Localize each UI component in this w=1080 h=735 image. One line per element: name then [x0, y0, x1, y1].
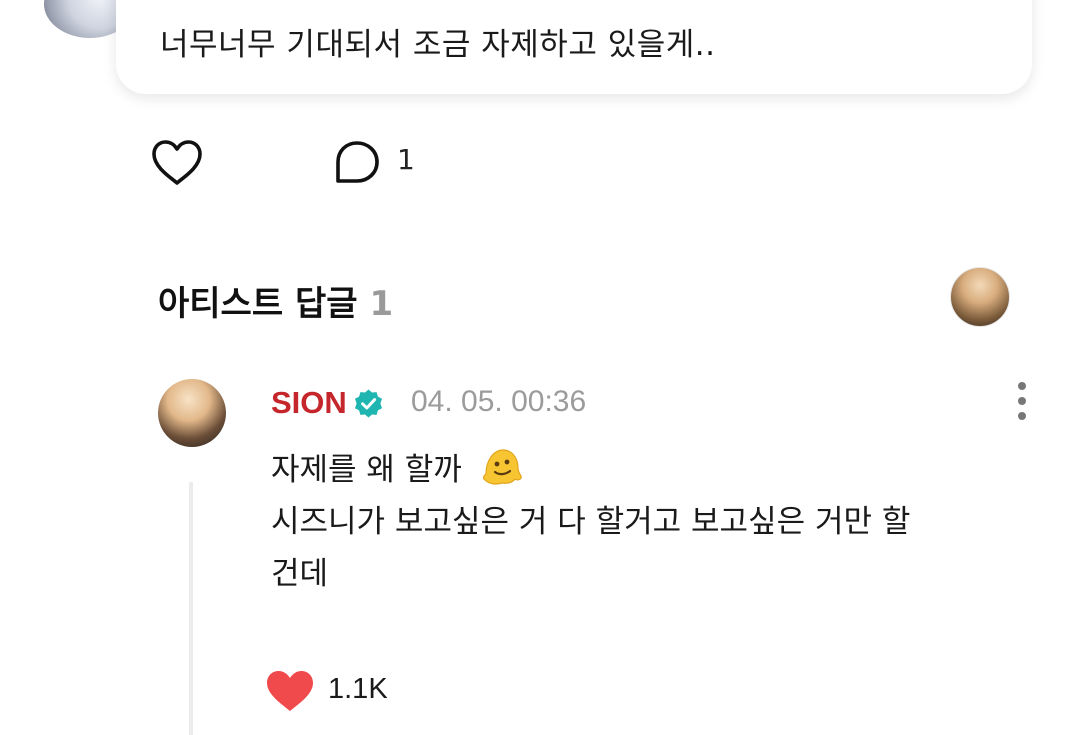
reply-author-name[interactable]: SION: [271, 385, 347, 421]
reply-like-count: 1.1K: [328, 673, 388, 705]
more-vertical-icon: [1018, 382, 1026, 420]
reply-author-avatar[interactable]: [158, 379, 226, 447]
thread-line: [189, 482, 193, 735]
more-options-button[interactable]: [1008, 381, 1036, 423]
reply-text-line: 자제를 왜 할까: [271, 444, 524, 489]
reply-timestamp: 04. 05. 00:36: [411, 385, 587, 418]
comment-button[interactable]: [332, 138, 382, 188]
comment-count: 1: [397, 143, 415, 176]
reply-like-button[interactable]: [264, 668, 316, 714]
artist-replies-header: 아티스트 답글 1: [158, 276, 393, 325]
heart-filled-icon: [267, 671, 313, 711]
reply-text-line-2: 시즈니가 보고싶은 거 다 할거고 보고싶은 거만 할: [271, 504, 911, 540]
verified-badge-icon: [353, 388, 384, 419]
fan-post-text: 너무너무 기대되서 조금 자제하고 있을게..: [160, 27, 716, 63]
artist-avatar-small[interactable]: [950, 267, 1010, 327]
reply-text-line-3: 건데: [271, 556, 329, 592]
artist-replies-count: 1: [369, 284, 394, 324]
melting-face-emoji-icon: [482, 449, 522, 485]
comment-bubble-icon: [336, 141, 379, 183]
heart-outline-icon: [152, 140, 202, 185]
reply-text: 자제를 왜 할까: [271, 452, 462, 488]
artist-replies-title: 아티스트 답글: [158, 284, 358, 324]
like-button[interactable]: [150, 138, 204, 188]
